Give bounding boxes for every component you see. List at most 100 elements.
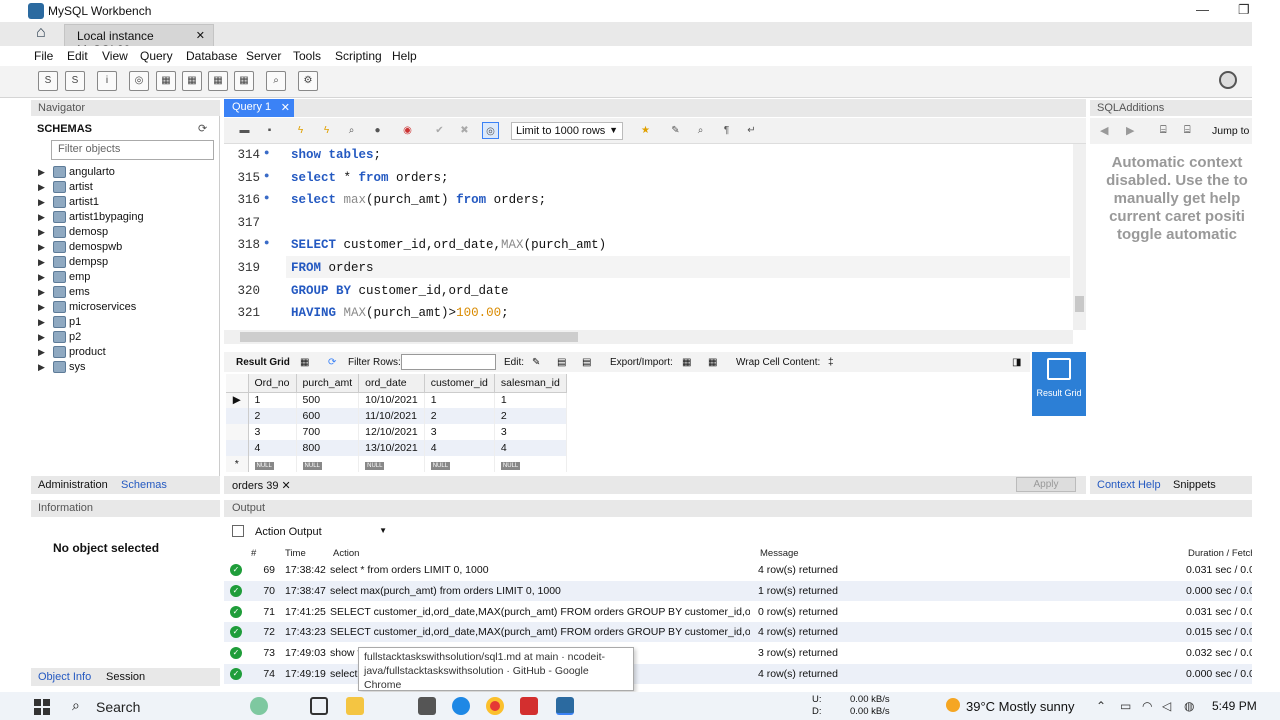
tab-snippets[interactable]: Snippets [1173, 479, 1216, 491]
expand-arrow-icon[interactable]: ▶ [38, 272, 45, 283]
table-cell[interactable]: 10/10/2021 [358, 392, 425, 408]
tab-orders-result[interactable]: orders 39 ✕ [232, 479, 291, 492]
import-icon[interactable]: ▦ [708, 357, 717, 368]
editor-vertical-scrollbar[interactable] [1073, 144, 1086, 330]
expand-arrow-icon[interactable]: ▶ [38, 212, 45, 223]
forward-icon[interactable]: ▶ [1126, 124, 1134, 137]
column-header[interactable]: Ord_no [248, 374, 297, 393]
table-row[interactable]: 2 600 11/10/2021 2 2 [226, 408, 567, 424]
sql-editor[interactable]: 314 ● show tables; 315 ● select * from orders… [224, 144, 1086, 330]
result-grid-side-button[interactable]: Result Grid [1032, 352, 1086, 416]
tab-session[interactable]: Session [106, 671, 145, 683]
table-cell[interactable]: 1 [248, 392, 297, 408]
tab-query-1[interactable]: Query 1 ✕ [224, 99, 294, 117]
schema-item[interactable]: ▶ p2 [38, 330, 208, 345]
find-icon[interactable]: ⌕ [692, 122, 709, 139]
schema-item[interactable]: ▶ microservices [38, 300, 208, 315]
table-row[interactable]: ▶ 1 500 10/10/2021 1 1 [226, 392, 567, 408]
task-view-icon[interactable] [310, 697, 328, 715]
schema-item[interactable]: ▶ product [38, 345, 208, 360]
table-cell[interactable]: 4 [424, 440, 495, 456]
null-cell[interactable]: NULL [296, 456, 360, 472]
new-row[interactable]: * NULL NULL NULL NULL NULL [226, 456, 567, 472]
schema-item[interactable]: ▶ demosp [38, 225, 208, 240]
scroll-thumb[interactable] [1075, 296, 1084, 312]
null-cell[interactable]: NULL [358, 456, 425, 472]
tab-context-help[interactable]: Context Help [1097, 479, 1161, 491]
expand-arrow-icon[interactable]: ▶ [38, 317, 45, 328]
file-explorer-icon[interactable] [346, 697, 364, 715]
expand-arrow-icon[interactable]: ▶ [38, 197, 45, 208]
table-cell[interactable]: 3 [494, 424, 567, 440]
schema-item[interactable]: ▶ artist1 [38, 195, 208, 210]
refresh-icon[interactable]: ⟳ [198, 122, 207, 135]
execute-current-icon[interactable]: ϟ [318, 122, 335, 139]
schema-item[interactable]: ▶ emp [38, 270, 208, 285]
output-row[interactable]: ✓ 72 17:43:23 SELECT customer_id,ord_date,M… [224, 622, 1252, 643]
grid-icon[interactable]: ▦ [300, 357, 309, 368]
beautify-icon[interactable]: ✎ [667, 122, 684, 139]
minimize-icon[interactable]: — [1196, 2, 1209, 17]
table-row[interactable]: 4 800 13/10/2021 4 4 [226, 440, 567, 456]
menu-view[interactable]: View [102, 49, 128, 63]
stop-icon[interactable]: ● [369, 122, 386, 139]
widgets-icon[interactable] [250, 697, 268, 715]
column-header[interactable]: customer_id [424, 374, 495, 393]
menu-tools[interactable]: Tools [293, 49, 321, 63]
connection-tab[interactable]: Local instance MySQL80 ✕ [64, 24, 214, 57]
table-cell[interactable]: 2 [248, 408, 297, 424]
menu-server[interactable]: Server [246, 49, 281, 63]
wrap-lines-icon[interactable]: ↵ [743, 122, 760, 139]
column-header[interactable]: ord_date [358, 374, 425, 393]
schema-item[interactable]: ▶ artist1bypaging [38, 210, 208, 225]
globe-icon[interactable]: ◍ [1184, 699, 1194, 713]
keyboard-icon[interactable]: ▭ [1120, 699, 1131, 713]
column-header[interactable]: salesman_id [494, 374, 567, 393]
menu-edit[interactable]: Edit [67, 49, 88, 63]
back-icon[interactable]: ◀ [1100, 124, 1108, 137]
schema-item[interactable]: ▶ ems [38, 285, 208, 300]
table-cell[interactable]: 12/10/2021 [358, 424, 425, 440]
null-cell[interactable]: NULL [248, 456, 297, 472]
table-row[interactable]: 3 700 12/10/2021 3 3 [226, 424, 567, 440]
invisible-chars-icon[interactable]: ¶ [718, 122, 735, 139]
null-cell[interactable]: NULL [424, 456, 495, 472]
tab-schemas[interactable]: Schemas [121, 479, 167, 491]
restore-icon[interactable]: ❐ [1238, 2, 1250, 18]
chevron-up-icon[interactable]: ⌃ [1096, 699, 1106, 713]
schema-filter-input[interactable]: Filter objects [51, 140, 214, 160]
table-cell[interactable]: 800 [296, 440, 360, 456]
expand-arrow-icon[interactable]: ▶ [38, 347, 45, 358]
close-icon[interactable]: ✕ [281, 101, 290, 114]
result-grid[interactable]: Ord_no purch_amt ord_date customer_id salesm… [226, 374, 574, 472]
table-cell[interactable]: 500 [296, 392, 360, 408]
manual-help-icon[interactable]: ⌸ [1160, 124, 1167, 137]
wifi-icon[interactable]: ◠ [1142, 699, 1152, 713]
expand-arrow-icon[interactable]: ▶ [38, 332, 45, 343]
expand-arrow-icon[interactable]: ▶ [38, 167, 45, 178]
home-icon[interactable]: ⌂ [36, 24, 46, 42]
edit-row-icon[interactable]: ✎ [532, 357, 540, 368]
wps-icon[interactable] [520, 697, 538, 715]
tab-administration[interactable]: Administration [38, 479, 108, 491]
column-header[interactable]: purch_amt [296, 374, 360, 393]
table-cell[interactable]: 3 [248, 424, 297, 440]
table-cell[interactable]: 700 [296, 424, 360, 440]
expand-arrow-icon[interactable]: ▶ [38, 182, 45, 193]
taskbar-search[interactable]: Search [64, 694, 244, 719]
expand-arrow-icon[interactable]: ▶ [38, 302, 45, 313]
expand-arrow-icon[interactable]: ▶ [38, 362, 45, 373]
row-selector[interactable] [226, 440, 249, 456]
menu-query[interactable]: Query [140, 49, 173, 63]
editor-horizontal-scrollbar[interactable] [224, 330, 1073, 344]
toggle-error-icon[interactable]: ◉ [399, 122, 416, 139]
schema-item[interactable]: ▶ demospwb [38, 240, 208, 255]
toggle-panel-icon[interactable]: ◨ [1012, 357, 1021, 368]
table-cell[interactable]: 2 [494, 408, 567, 424]
chrome-icon[interactable] [486, 697, 504, 715]
schema-item[interactable]: ▶ dempsp [38, 255, 208, 270]
edge-icon[interactable] [452, 697, 470, 715]
table-cell[interactable]: 4 [494, 440, 567, 456]
limit-rows-select[interactable]: Limit to 1000 rows ▼ [511, 122, 623, 140]
output-row[interactable]: ✓ 70 17:38:47 select max(purch_amt) from or… [224, 580, 1252, 601]
